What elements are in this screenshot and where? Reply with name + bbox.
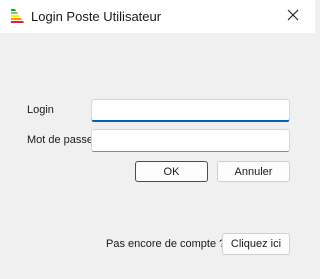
login-field[interactable] <box>91 99 290 122</box>
window-title: Login Poste Utilisateur <box>31 9 162 24</box>
login-dialog: Login Poste Utilisateur Login Mot de pas… <box>0 0 315 279</box>
energy-label-icon <box>10 8 26 24</box>
close-button[interactable] <box>271 0 315 33</box>
cancel-button[interactable]: Annuler <box>217 161 290 182</box>
password-label: Mot de passe <box>27 134 94 146</box>
title-bar[interactable]: Login Poste Utilisateur <box>0 0 315 33</box>
password-field[interactable] <box>91 129 290 152</box>
login-label: Login <box>27 104 54 116</box>
signup-button[interactable]: Cliquez ici <box>222 233 290 255</box>
ok-button[interactable]: OK <box>135 161 208 182</box>
close-icon <box>287 8 299 26</box>
signup-prompt: Pas encore de compte ? <box>106 238 226 250</box>
